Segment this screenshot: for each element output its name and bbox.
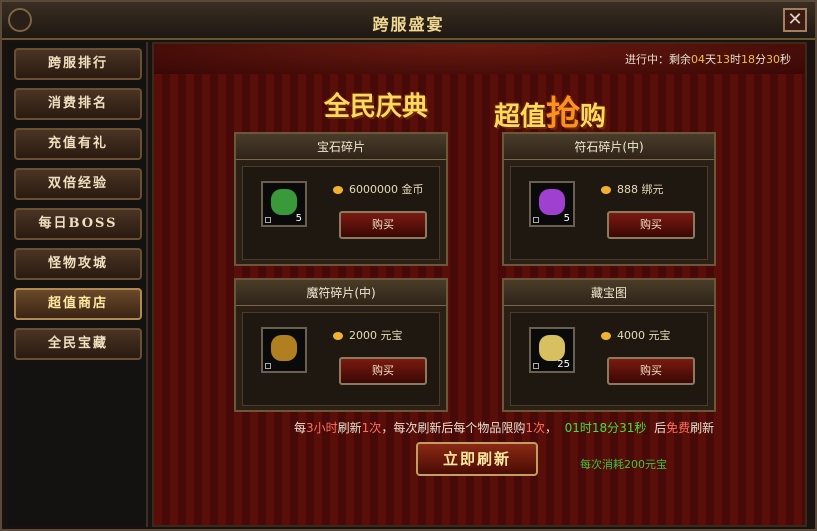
buy-button[interactable]: 购买 <box>607 357 695 385</box>
buy-button[interactable]: 购买 <box>339 357 427 385</box>
green-gem-icon <box>271 189 297 215</box>
title-bar: 跨服盛宴 ✕ <box>2 2 815 40</box>
refresh-rule-text: 每3小时刷新1次，每次刷新后每个物品限购1次， 01时18分31秒 后免费刷新 <box>294 421 715 435</box>
item-name: 符石碎片(中) <box>504 134 714 160</box>
buy-button[interactable]: 购买 <box>339 211 427 239</box>
treasure-map-icon <box>539 335 565 361</box>
item-slot[interactable]: 5 <box>529 181 575 227</box>
shop-item-card: 宝石碎片 5 6000000 金币 购买 <box>234 132 448 266</box>
item-slot[interactable]: 5 <box>261 181 307 227</box>
item-price: 888 绑元 <box>601 181 664 197</box>
sidebar-item-double-exp[interactable]: 双倍经验 <box>14 168 142 200</box>
item-slot[interactable] <box>261 327 307 373</box>
window-title: 跨服盛宴 <box>372 15 445 34</box>
item-price: 2000 元宝 <box>333 327 403 343</box>
item-count: 25 <box>557 359 570 370</box>
purple-crystal-icon <box>539 189 565 215</box>
sidebar-item-daily-boss[interactable]: 每日BOSS <box>14 208 142 240</box>
sidebar-item-recharge-gift[interactable]: 充值有礼 <box>14 128 142 160</box>
bound-lock-icon <box>533 363 539 369</box>
item-name: 宝石碎片 <box>236 134 446 160</box>
shop-item-card: 符石碎片(中) 5 888 绑元 购买 <box>502 132 716 266</box>
item-price: 4000 元宝 <box>601 327 671 343</box>
ingot-icon <box>601 332 611 340</box>
gold-coin-icon <box>333 186 343 194</box>
refresh-now-button[interactable]: 立即刷新 <box>416 442 538 476</box>
event-banner: 全民庆典 超值抢购 <box>324 82 654 134</box>
sidebar-item-cross-server-rank[interactable]: 跨服排行 <box>14 48 142 80</box>
shop-item-card: 魔符碎片(中) 2000 元宝 购买 <box>234 278 448 412</box>
bound-lock-icon <box>265 217 271 223</box>
item-count: 5 <box>295 213 302 224</box>
bound-lock-icon <box>265 363 271 369</box>
shop-item-card: 藏宝图 25 4000 元宝 购买 <box>502 278 716 412</box>
item-count: 5 <box>563 213 570 224</box>
sidebar: 跨服排行 消费排名 充值有礼 双倍经验 每日BOSS 怪物攻城 超值商店 全民宝… <box>8 42 148 527</box>
rune-icon <box>271 335 297 361</box>
bound-ingot-icon <box>601 186 611 194</box>
sidebar-item-monster-siege[interactable]: 怪物攻城 <box>14 248 142 280</box>
item-name: 魔符碎片(中) <box>236 280 446 306</box>
refresh-cost-text: 每次消耗200元宝 <box>580 458 667 471</box>
item-name: 藏宝图 <box>504 280 714 306</box>
bound-lock-icon <box>533 217 539 223</box>
countdown-timer: 进行中：剩余04天13时18分30秒 <box>625 53 791 66</box>
buy-button[interactable]: 购买 <box>607 211 695 239</box>
item-slot[interactable]: 25 <box>529 327 575 373</box>
event-window: 跨服盛宴 ✕ 跨服排行 消费排名 充值有礼 双倍经验 每日BOSS 怪物攻城 超… <box>0 0 817 531</box>
sidebar-item-value-shop[interactable]: 超值商店 <box>14 288 142 320</box>
banner-text-deal: 超值抢购 <box>494 94 607 134</box>
sidebar-item-spend-rank[interactable]: 消费排名 <box>14 88 142 120</box>
close-button[interactable]: ✕ <box>783 8 807 32</box>
shop-panel: 进行中：剩余04天13时18分30秒 全民庆典 超值抢购 宝石碎片 5 6000… <box>152 42 807 527</box>
ingot-icon <box>333 332 343 340</box>
sidebar-item-treasure[interactable]: 全民宝藏 <box>14 328 142 360</box>
banner-text-celebration: 全民庆典 <box>324 92 429 122</box>
item-price: 6000000 金币 <box>333 181 424 197</box>
